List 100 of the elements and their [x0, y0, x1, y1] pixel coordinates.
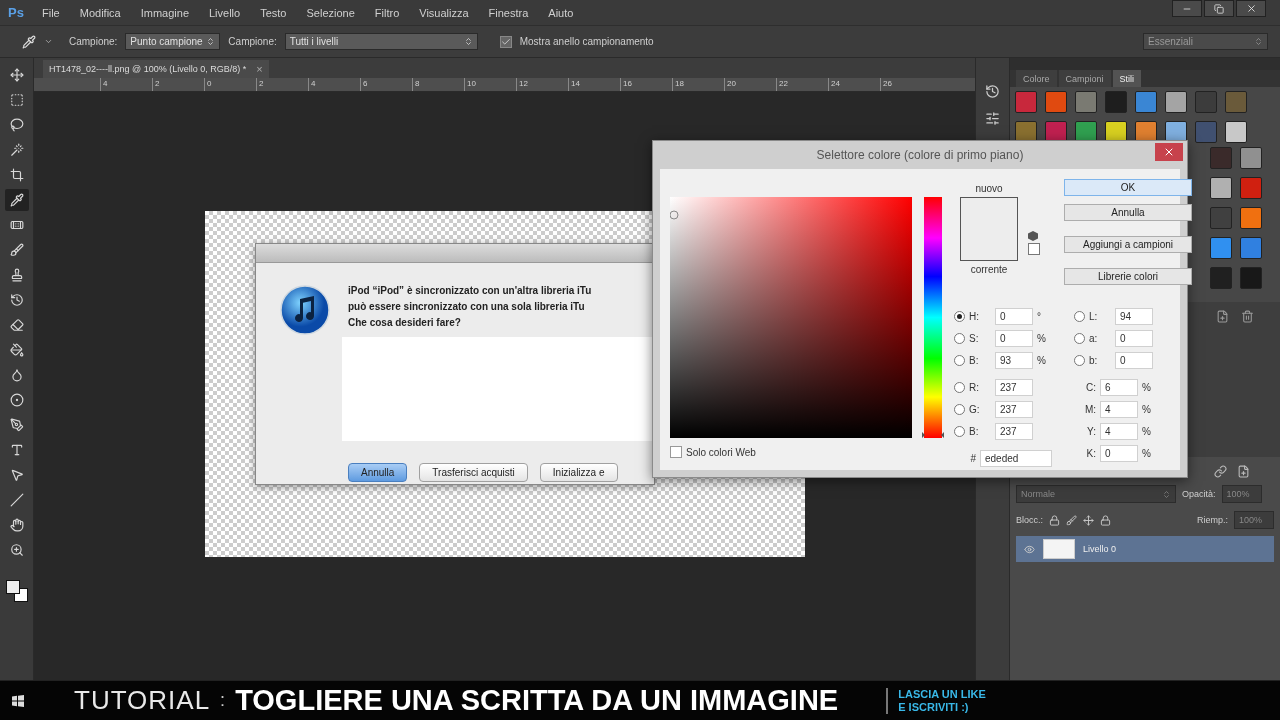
style-swatch[interactable]	[1210, 267, 1232, 289]
value-field[interactable]: 0	[995, 307, 1033, 325]
color-swatches-drawing[interactable]	[3, 578, 30, 604]
style-swatch[interactable]	[1045, 91, 1067, 113]
lock-icon[interactable]	[1049, 514, 1060, 526]
radio-button[interactable]	[954, 403, 965, 415]
radio-button[interactable]	[1074, 354, 1085, 366]
style-swatch[interactable]	[1165, 91, 1187, 113]
web-swatch-icon[interactable]	[1028, 243, 1040, 255]
history-icon[interactable]	[985, 84, 1000, 99]
style-swatch[interactable]	[1075, 91, 1097, 113]
sliders-icon[interactable]	[985, 111, 1000, 126]
trash-icon[interactable]	[1241, 310, 1254, 323]
dialog-button[interactable]: Inizializza e	[539, 463, 618, 482]
style-swatch[interactable]	[1195, 91, 1217, 113]
value-field[interactable]: 237	[995, 400, 1033, 418]
tab-close-icon[interactable]: ×	[256, 63, 263, 75]
restore-button[interactable]	[1204, 0, 1234, 17]
value-field[interactable]: 0	[995, 329, 1033, 347]
style-swatch[interactable]	[1075, 121, 1097, 143]
style-swatch[interactable]	[1210, 207, 1232, 229]
radio-button[interactable]	[954, 425, 965, 437]
new-layer-icon[interactable]	[1237, 465, 1250, 478]
menu-item[interactable]: Selezione	[306, 6, 366, 19]
menu-item[interactable]: Immagine	[140, 6, 200, 19]
panel-tab[interactable]: Stili	[1112, 70, 1142, 87]
link-icon[interactable]	[1214, 465, 1227, 478]
close-button[interactable]	[1155, 143, 1183, 161]
menu-item[interactable]: Filtro	[374, 6, 411, 19]
cube-icon[interactable]	[1028, 231, 1038, 241]
menu-item[interactable]: Livello	[209, 6, 252, 19]
style-swatch[interactable]	[1240, 207, 1262, 229]
value-field[interactable]: 237	[995, 378, 1033, 396]
menu-item[interactable]: Testo	[260, 6, 298, 19]
value-field[interactable]: 93	[995, 351, 1033, 369]
brush-icon[interactable]	[1066, 514, 1077, 526]
radio-button[interactable]	[1074, 332, 1085, 344]
dialog-button[interactable]: Trasferisci acquisti	[419, 463, 528, 482]
style-swatch[interactable]	[1240, 237, 1262, 259]
style-swatch[interactable]	[1165, 121, 1187, 143]
style-swatch[interactable]	[1105, 121, 1127, 143]
dialog-button[interactable]: OK	[1064, 179, 1192, 196]
menu-item[interactable]: Finestra	[488, 6, 540, 19]
style-swatch[interactable]	[1210, 237, 1232, 259]
hue-marker[interactable]	[922, 432, 944, 438]
style-swatch[interactable]	[1240, 267, 1262, 289]
minimize-button[interactable]	[1172, 0, 1202, 17]
document-tab[interactable]: HT1478_02----ll.png @ 100% (Livello 0, RGB/8) * ×	[43, 60, 269, 78]
hex-field[interactable]: ededed	[980, 449, 1052, 467]
radio-button[interactable]	[954, 354, 965, 366]
panel-tab[interactable]: Colore	[1016, 70, 1057, 87]
panel-tab[interactable]: Campioni	[1058, 70, 1111, 87]
radio-button[interactable]	[1074, 310, 1085, 322]
move-icon[interactable]	[1083, 514, 1094, 526]
hue-slider[interactable]	[922, 197, 944, 438]
value-field[interactable]: 0	[1115, 329, 1153, 347]
menu-item[interactable]: Visualizza	[419, 6, 480, 19]
dialog-button[interactable]: Librerie colori	[1064, 268, 1192, 285]
dialog-button[interactable]: Annulla	[348, 463, 408, 482]
lock-icon[interactable]	[1100, 514, 1111, 526]
style-swatch[interactable]	[1225, 121, 1247, 143]
dialog-button[interactable]: Annulla	[1064, 204, 1192, 221]
style-swatch[interactable]	[1195, 121, 1217, 143]
style-swatch[interactable]	[1045, 121, 1067, 143]
value-field[interactable]: 4	[1100, 422, 1138, 440]
caret-icon[interactable]	[44, 37, 53, 46]
value-field[interactable]: 94	[1115, 307, 1153, 325]
value-field[interactable]: 4	[1100, 400, 1138, 418]
style-swatch[interactable]	[1210, 147, 1232, 169]
dialog-button[interactable]: Aggiungi a campioni	[1064, 236, 1192, 253]
value-field[interactable]: 237	[995, 422, 1033, 440]
value-field[interactable]: 0	[1100, 444, 1138, 462]
value-field[interactable]: 0	[1115, 351, 1153, 369]
radio-button[interactable]	[954, 310, 965, 322]
style-swatch[interactable]	[1015, 91, 1037, 113]
eye-icon[interactable]	[1024, 543, 1035, 555]
tool-button[interactable]	[4, 189, 29, 211]
style-swatch[interactable]	[1240, 177, 1262, 199]
close-button[interactable]	[1236, 0, 1266, 17]
style-swatch[interactable]	[1135, 91, 1157, 113]
sample-select[interactable]: Punto campione	[125, 33, 221, 50]
checkbox[interactable]	[670, 446, 682, 458]
menu-item[interactable]: File	[42, 6, 71, 19]
sample-select[interactable]: Tutti i livelli	[284, 33, 478, 50]
style-swatch[interactable]	[1015, 121, 1037, 143]
eyedropper-icon[interactable]	[22, 34, 36, 49]
radio-button[interactable]	[954, 332, 965, 344]
windows-icon[interactable]	[12, 694, 24, 707]
style-swatch[interactable]	[1105, 91, 1127, 113]
style-swatch[interactable]	[1240, 147, 1262, 169]
menu-item[interactable]: Modifica	[79, 6, 132, 19]
new-file-icon[interactable]	[1216, 310, 1229, 323]
style-swatch[interactable]	[1210, 177, 1232, 199]
checkbox[interactable]	[499, 35, 512, 48]
menu-item[interactable]: Aiuto	[548, 6, 585, 19]
radio-button[interactable]	[954, 381, 965, 393]
value-field[interactable]: 6	[1100, 378, 1138, 396]
style-swatch[interactable]	[1225, 91, 1247, 113]
style-swatch[interactable]	[1135, 121, 1157, 143]
layer-row[interactable]: Livello 0	[1016, 536, 1274, 562]
